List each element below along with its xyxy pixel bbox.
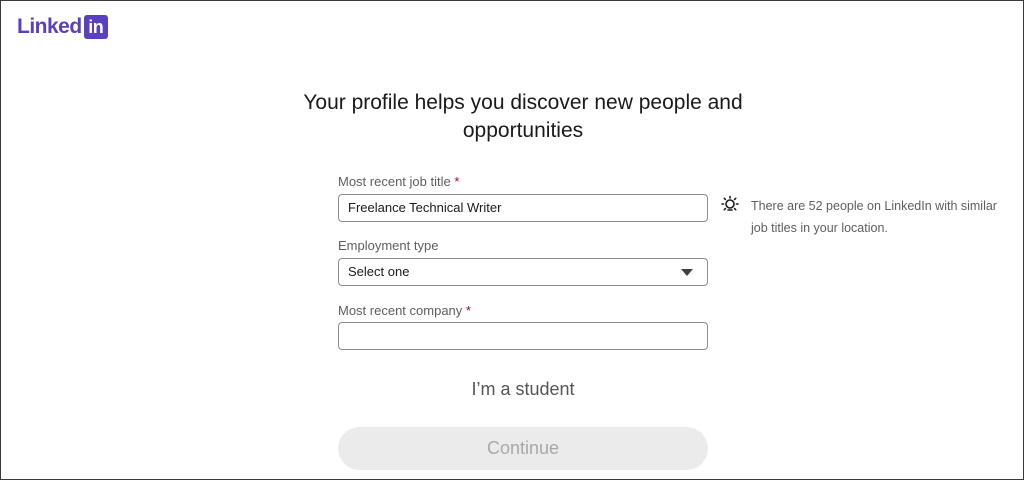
heading-line-2: opportunities	[462, 119, 584, 142]
tip-text: There are 52 people on LinkedIn with sim…	[751, 199, 997, 235]
employment-type-label-text: Employment type	[338, 238, 439, 253]
required-asterisk: *	[454, 174, 460, 189]
logo-wordmark: Linked	[17, 15, 82, 38]
page-heading: Your profile helps you discover new peop…	[263, 89, 783, 145]
linkedin-logo[interactable]: Linked in	[17, 14, 108, 40]
im-a-student-link[interactable]: I’m a student	[338, 379, 708, 400]
company-input[interactable]	[338, 322, 708, 350]
continue-button[interactable]: Continue	[338, 427, 708, 470]
caret-down-icon	[681, 269, 693, 276]
heading-line-1: Your profile helps you discover new peop…	[303, 91, 743, 114]
company-label: Most recent company *	[338, 303, 471, 318]
job-title-label: Most recent job title *	[338, 174, 459, 189]
lightbulb-icon	[721, 195, 739, 211]
employment-type-label: Employment type	[338, 238, 438, 253]
employment-type-select[interactable]: Select one	[338, 258, 708, 286]
logo-in-badge: in	[83, 15, 108, 39]
company-label-text: Most recent company	[338, 303, 463, 318]
required-asterisk: *	[465, 303, 471, 318]
page-frame: Linked in Your profile helps you discover…	[0, 0, 1024, 480]
employment-type-selected-value: Select one	[348, 264, 410, 279]
job-title-input[interactable]: Freelance Technical Writer	[338, 194, 708, 222]
job-title-label-text: Most recent job title	[338, 174, 451, 189]
